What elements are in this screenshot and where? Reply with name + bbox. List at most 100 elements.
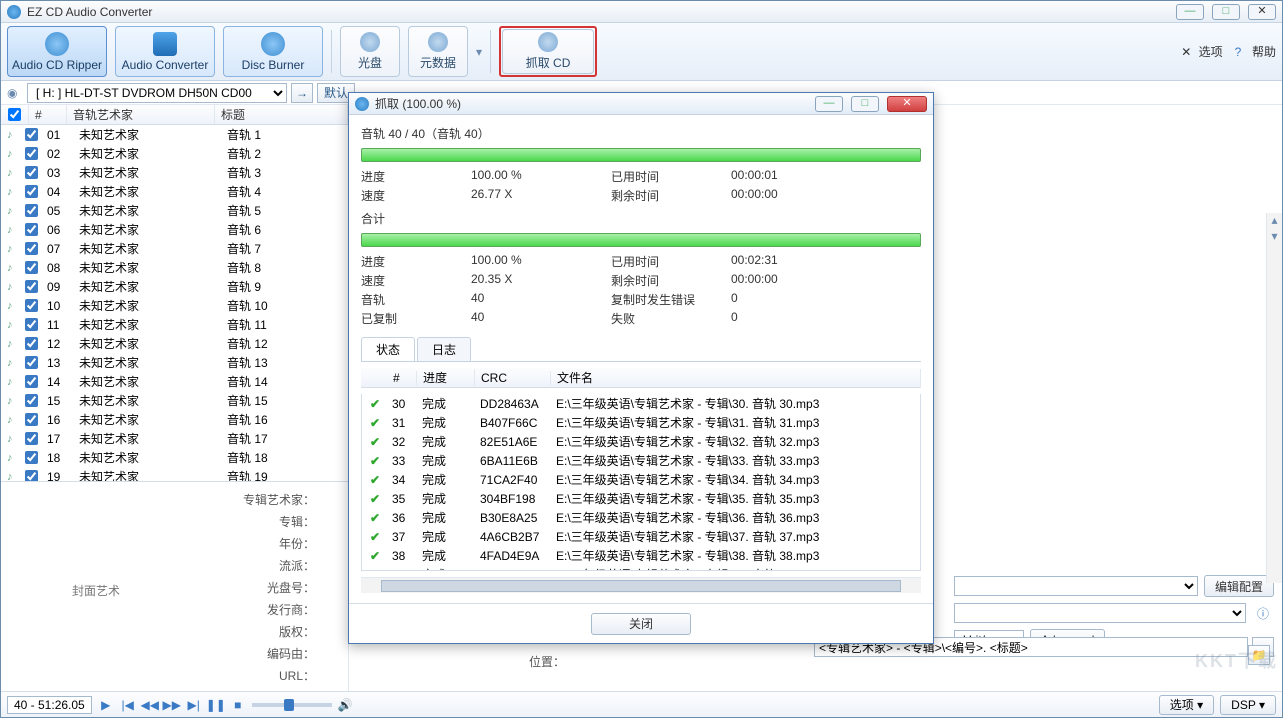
- pause-button[interactable]: ❚❚: [208, 697, 224, 713]
- forward-button[interactable]: ▶▶: [164, 697, 180, 713]
- volume-slider[interactable]: [252, 703, 332, 707]
- dropdown-arrow-icon[interactable]: ▾: [476, 26, 482, 77]
- disc-burner-button[interactable]: Disc Burner: [223, 26, 323, 77]
- log-list[interactable]: ✔30完成DD28463AE:\三年级英语\专辑艺术家 - 专辑\30. 音轨 …: [361, 394, 921, 571]
- help-link[interactable]: ? 帮助: [1235, 43, 1276, 60]
- track-row[interactable]: ♪18未知艺术家音轨 18: [1, 448, 348, 467]
- track-checkbox[interactable]: [25, 261, 38, 274]
- track-row[interactable]: ♪13未知艺术家音轨 13: [1, 353, 348, 372]
- skip-next-button[interactable]: ▶|: [186, 697, 202, 713]
- track-checkbox[interactable]: [25, 185, 38, 198]
- track-row[interactable]: ♪06未知艺术家音轨 6: [1, 220, 348, 239]
- col-title[interactable]: 标题: [215, 105, 348, 124]
- track-row[interactable]: ♪09未知艺术家音轨 9: [1, 277, 348, 296]
- dialog-minimize-button[interactable]: —: [815, 96, 843, 112]
- options-button[interactable]: 选项 ▾: [1159, 695, 1214, 715]
- log-row[interactable]: ✔36完成B30E8A25E:\三年级英语\专辑艺术家 - 专辑\36. 音轨 …: [362, 508, 920, 527]
- dsp-button[interactable]: DSP ▾: [1220, 695, 1276, 715]
- track-checkbox[interactable]: [25, 242, 38, 255]
- track-row[interactable]: ♪07未知艺术家音轨 7: [1, 239, 348, 258]
- vertical-scrollbar[interactable]: ▴ ▾: [1266, 213, 1282, 583]
- track-checkbox[interactable]: [25, 356, 38, 369]
- log-row[interactable]: ✔34完成71CA2F40E:\三年级英语\专辑艺术家 - 专辑\34. 音轨 …: [362, 470, 920, 489]
- close-button[interactable]: ✕: [1248, 4, 1276, 20]
- track-checkbox[interactable]: [25, 318, 38, 331]
- track-row[interactable]: ♪03未知艺术家音轨 3: [1, 163, 348, 182]
- cover-art-box[interactable]: 封面艺术: [1, 482, 191, 691]
- volume-icon[interactable]: 🔊: [338, 698, 352, 712]
- log-row[interactable]: ✔30完成DD28463AE:\三年级英语\专辑艺术家 - 专辑\30. 音轨 …: [362, 394, 920, 413]
- log-row[interactable]: ✔33完成6BA11E6BE:\三年级英语\专辑艺术家 - 专辑\33. 音轨 …: [362, 451, 920, 470]
- track-checkbox[interactable]: [25, 128, 38, 141]
- rip-cd-button[interactable]: 抓取 CD: [502, 29, 594, 74]
- track-row[interactable]: ♪11未知艺术家音轨 11: [1, 315, 348, 334]
- total-progress-bar: [361, 233, 921, 247]
- track-checkbox[interactable]: [25, 299, 38, 312]
- track-row[interactable]: ♪17未知艺术家音轨 17: [1, 429, 348, 448]
- stop-button[interactable]: ■: [230, 697, 246, 713]
- scroll-down-icon[interactable]: ▾: [1267, 229, 1282, 245]
- select-all-checkbox[interactable]: [8, 108, 21, 121]
- note-icon: ♪: [1, 353, 19, 372]
- track-checkbox[interactable]: [25, 204, 38, 217]
- disc-button[interactable]: 光盘: [340, 26, 400, 77]
- audio-converter-button[interactable]: Audio Converter: [115, 26, 215, 77]
- tab-status[interactable]: 状态: [361, 337, 415, 361]
- dialog-titlebar[interactable]: 抓取 (100.00 %) — □ ✕: [349, 93, 933, 115]
- track-checkbox[interactable]: [25, 337, 38, 350]
- scroll-up-icon[interactable]: ▴: [1267, 213, 1282, 229]
- track-row[interactable]: ♪01未知艺术家音轨 1: [1, 125, 348, 144]
- play-button[interactable]: ▶: [98, 697, 114, 713]
- track-row[interactable]: ♪19未知艺术家音轨 19: [1, 467, 348, 481]
- format-select[interactable]: [954, 576, 1198, 596]
- audio-cd-ripper-button[interactable]: Audio CD Ripper: [7, 26, 107, 77]
- track-row[interactable]: ♪14未知艺术家音轨 14: [1, 372, 348, 391]
- track-row[interactable]: ♪15未知艺术家音轨 15: [1, 391, 348, 410]
- main-titlebar[interactable]: EZ CD Audio Converter — □ ✕: [1, 1, 1282, 23]
- tab-log[interactable]: 日志: [417, 337, 471, 361]
- track-row[interactable]: ♪08未知艺术家音轨 8: [1, 258, 348, 277]
- skip-prev-button[interactable]: |◀: [120, 697, 136, 713]
- log-row[interactable]: ✔32完成82E51A6EE:\三年级英语\专辑艺术家 - 专辑\32. 音轨 …: [362, 432, 920, 451]
- dialog-maximize-button[interactable]: □: [851, 96, 879, 112]
- close-dialog-button[interactable]: 关闭: [591, 613, 691, 635]
- genre-label: 流派：: [201, 557, 321, 574]
- rewind-button[interactable]: ◀◀: [142, 697, 158, 713]
- col-artist[interactable]: 音轨艺术家: [67, 105, 215, 124]
- metadata-button[interactable]: 元数据: [408, 26, 468, 77]
- maximize-button[interactable]: □: [1212, 4, 1240, 20]
- note-icon: ♪: [1, 201, 19, 220]
- log-row[interactable]: ✔38完成4FAD4E9AE:\三年级英语\专辑艺术家 - 专辑\38. 音轨 …: [362, 546, 920, 565]
- track-row[interactable]: ♪05未知艺术家音轨 5: [1, 201, 348, 220]
- track-checkbox[interactable]: [25, 375, 38, 388]
- edit-config-button[interactable]: 编辑配置: [1204, 575, 1274, 597]
- track-checkbox[interactable]: [25, 394, 38, 407]
- horizontal-scrollbar[interactable]: [361, 577, 921, 593]
- note-icon: ♪: [1, 125, 19, 144]
- track-list[interactable]: ♪01未知艺术家音轨 1♪02未知艺术家音轨 2♪03未知艺术家音轨 3♪04未…: [1, 125, 348, 481]
- track-row[interactable]: ♪02未知艺术家音轨 2: [1, 144, 348, 163]
- track-checkbox[interactable]: [25, 432, 38, 445]
- drive-select[interactable]: [ H: ] HL-DT-ST DVDROM DH50N CD00: [27, 83, 287, 103]
- dialog-close-button[interactable]: ✕: [887, 96, 927, 112]
- track-row[interactable]: ♪10未知艺术家音轨 10: [1, 296, 348, 315]
- track-row[interactable]: ♪12未知艺术家音轨 12: [1, 334, 348, 353]
- col-number[interactable]: #: [29, 105, 67, 124]
- log-row[interactable]: ✔31完成B407F66CE:\三年级英语\专辑艺术家 - 专辑\31. 音轨 …: [362, 413, 920, 432]
- track-checkbox[interactable]: [25, 413, 38, 426]
- dialog-icon: [355, 97, 369, 111]
- log-row[interactable]: ✔39完成9316BD29E:\三年级英语\专辑艺术家 - 专辑\39. 音轨 …: [362, 565, 920, 571]
- track-checkbox[interactable]: [25, 280, 38, 293]
- minimize-button[interactable]: —: [1176, 4, 1204, 20]
- log-row[interactable]: ✔35完成304BF198E:\三年级英语\专辑艺术家 - 专辑\35. 音轨 …: [362, 489, 920, 508]
- track-row[interactable]: ♪04未知艺术家音轨 4: [1, 182, 348, 201]
- track-checkbox[interactable]: [25, 147, 38, 160]
- refresh-button[interactable]: →: [291, 83, 313, 103]
- track-checkbox[interactable]: [25, 451, 38, 464]
- track-checkbox[interactable]: [25, 470, 38, 481]
- track-checkbox[interactable]: [25, 223, 38, 236]
- options-link[interactable]: ✕ 选项: [1181, 43, 1222, 60]
- track-row[interactable]: ♪16未知艺术家音轨 16: [1, 410, 348, 429]
- track-checkbox[interactable]: [25, 166, 38, 179]
- log-row[interactable]: ✔37完成4A6CB2B7E:\三年级英语\专辑艺术家 - 专辑\37. 音轨 …: [362, 527, 920, 546]
